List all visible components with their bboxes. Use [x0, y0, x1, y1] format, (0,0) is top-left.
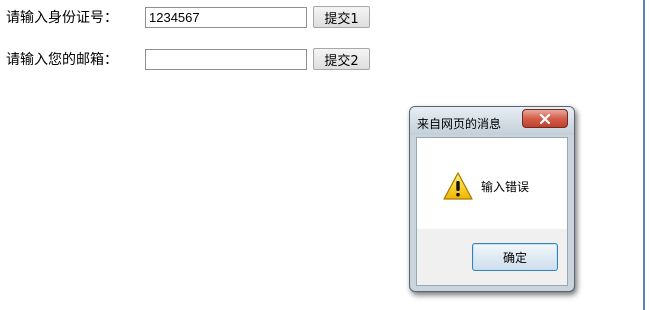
close-button[interactable]: [522, 109, 568, 128]
warning-icon: [443, 172, 473, 200]
submit2-button[interactable]: 提交2: [313, 48, 370, 70]
id-number-label: 请输入身份证号：: [6, 10, 118, 26]
alert-dialog: 来自网页的消息 输入错误 确定: [409, 106, 575, 292]
email-row: 请输入您的邮箱： 提交2: [6, 47, 370, 71]
id-number-input[interactable]: 1234567: [145, 6, 307, 28]
close-icon: [539, 113, 551, 124]
email-input[interactable]: [145, 48, 307, 70]
ok-button[interactable]: 确定: [472, 243, 558, 271]
dialog-body: 输入错误 确定: [416, 137, 568, 286]
email-label: 请输入您的邮箱：: [6, 52, 118, 68]
page-right-border: [643, 0, 645, 310]
dialog-titlebar[interactable]: 来自网页的消息: [410, 107, 574, 135]
submit1-button[interactable]: 提交1: [313, 6, 370, 28]
dialog-title: 来自网页的消息: [417, 117, 502, 131]
dialog-message: 输入错误: [481, 180, 530, 194]
id-number-row: 请输入身份证号： 1234567 提交1: [6, 5, 370, 29]
message-area: 输入错误: [417, 138, 567, 229]
